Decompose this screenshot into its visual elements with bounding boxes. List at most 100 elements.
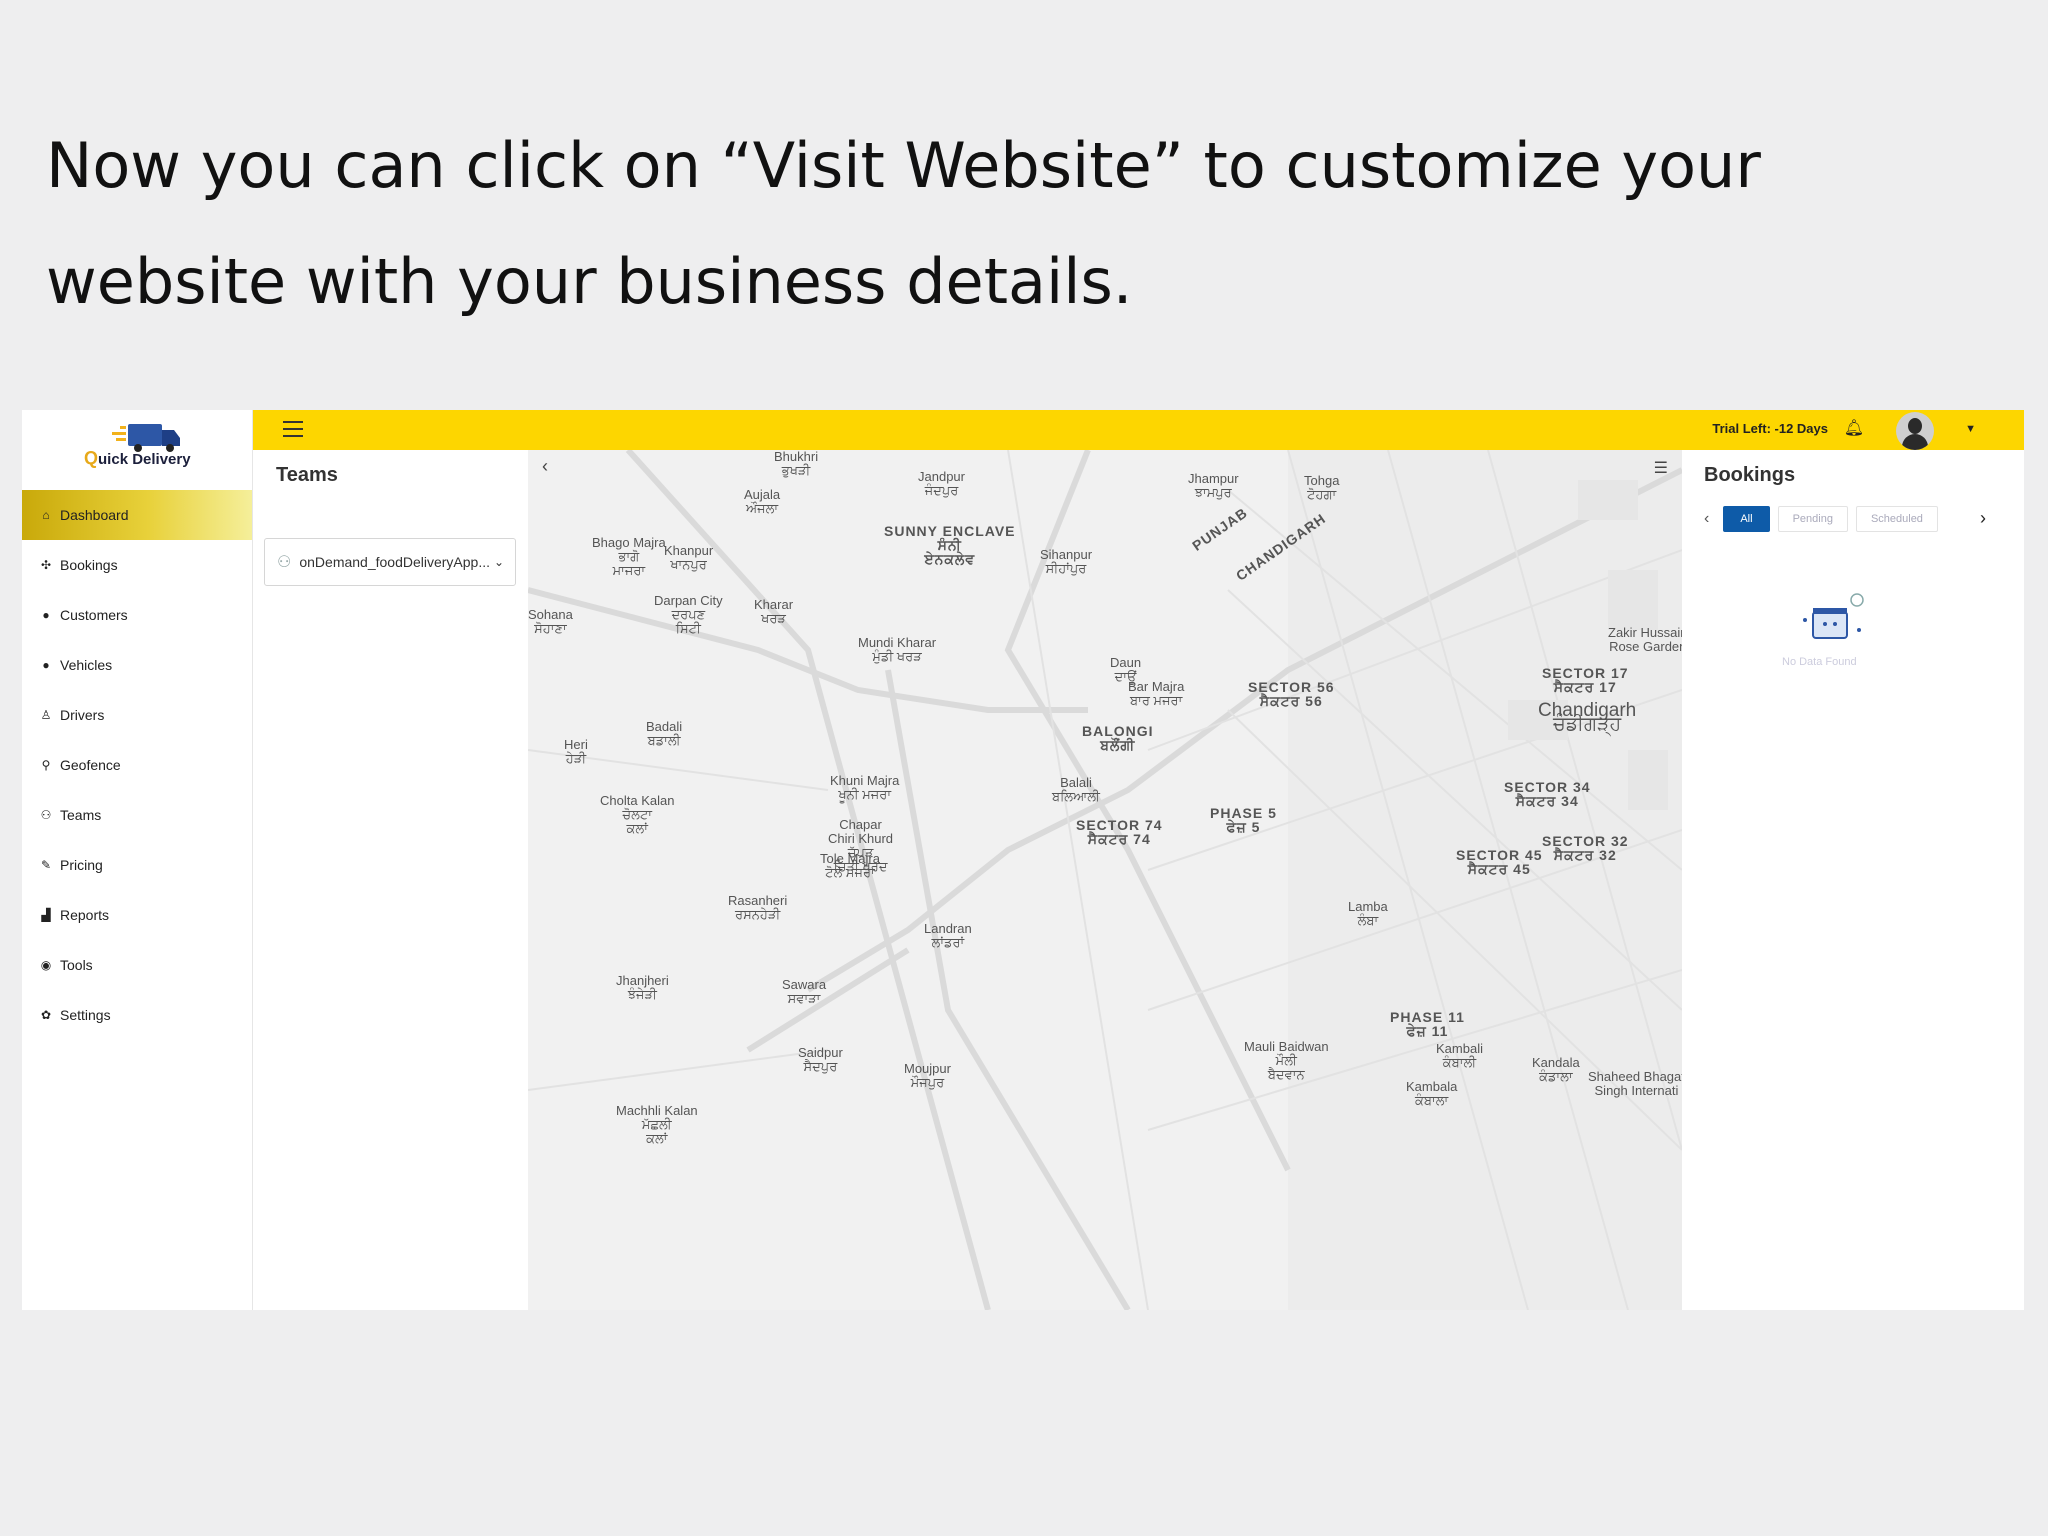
chart-icon: ▟ — [41, 908, 51, 922]
app-window: Quick Delivery ⌂ Dashboard ✣ Bookings ● Custo… — [22, 410, 2024, 1310]
instruction-headline: Now you can click on “Visit Website” to … — [46, 108, 1946, 340]
map-place-label: Rasanheri ਰਸਨਹੇੜੀ — [728, 893, 788, 922]
map-place-label: Sihanpur ਸੀਹਾਂਪੁਰ — [1040, 547, 1093, 576]
tabs-prev-chevron-icon[interactable]: ‹ — [1698, 510, 1715, 528]
bookings-icon: ✣ — [40, 558, 52, 572]
sidebar-item-settings[interactable]: ✿ Settings — [22, 990, 252, 1040]
map-place-label: Landran ਲਾਂਡਰਾਂ — [924, 921, 972, 950]
map-place-label: Sawara ਸਵਾੜਾ — [782, 977, 827, 1006]
sidebar-item-vehicles[interactable]: ● Vehicles — [22, 640, 252, 690]
sidebar-item-reports[interactable]: ▟ Reports — [22, 890, 252, 940]
map-place-label: Shaheed Bhagat Singh Internati — [1588, 1069, 1682, 1098]
no-data-text: No Data Found — [1782, 656, 1857, 668]
map-place-label: Machhli Kalan ਮੱਛਲੀ ਕਲਾਂ — [616, 1103, 698, 1146]
sidebar-item-label: Tools — [60, 957, 93, 973]
sidebar-item-teams[interactable]: ⚇ Teams — [22, 790, 252, 840]
map-place-label: Kambala ਕੰਬਾਲਾ — [1406, 1079, 1458, 1108]
sidebar-item-bookings[interactable]: ✣ Bookings — [22, 540, 252, 590]
tab-all[interactable]: All — [1723, 506, 1770, 532]
map-roads — [528, 450, 1682, 1310]
map-place-label: Bar Majra ਬਾਰ ਮਜਰਾ — [1128, 679, 1185, 708]
map-place-label: Kambali ਕੰਬਾਲੀ — [1436, 1041, 1483, 1070]
hamburger-menu-icon[interactable] — [283, 421, 303, 437]
trial-status: Trial Left: -12 Days — [1712, 421, 1828, 436]
bookings-panel: Bookings ‹ All Pending Scheduled › No Da… — [1682, 450, 2024, 1310]
gear-icon: ✿ — [40, 1008, 52, 1022]
sidebar-item-tools[interactable]: ◉ Tools — [22, 940, 252, 990]
user-icon: ● — [42, 608, 50, 622]
sidebar-item-label: Bookings — [60, 557, 118, 573]
map-place-label: Mundi Kharar ਮੁੰਡੀ ਖਰੜ — [858, 635, 937, 664]
map-place-label: Jhanjheri ਝੰਜੇੜੀ — [616, 973, 669, 1002]
sidebar-item-label: Reports — [60, 907, 110, 923]
chevron-down-icon: ⌄ — [494, 555, 505, 569]
map-place-label: SECTOR 74 ਸੈਕਟਰ 74 — [1076, 817, 1163, 847]
sidebar-item-dashboard[interactable]: ⌂ Dashboard — [22, 490, 252, 540]
pricing-icon: ✎ — [40, 858, 52, 872]
sidebar-nav: ⌂ Dashboard ✣ Bookings ● Customers ● Vehicles ♙ D… — [22, 490, 252, 1040]
notification-bell-icon[interactable]: 🔔︎ — [1844, 418, 1864, 438]
map-place-label: SECTOR 45 ਸੈਕਟਰ 45 — [1456, 847, 1543, 877]
headline-line-2: website with your business details. — [46, 245, 1133, 318]
sidebar-item-label: Settings — [60, 1007, 111, 1023]
sidebar-item-label: Dashboard — [60, 507, 129, 523]
map-place-label: Aujala ਔਜਲਾ — [744, 487, 781, 516]
teams-panel: Teams ⚇ onDemand_foodDeliveryApp... ⌄ — [253, 450, 529, 1310]
empty-box-icon — [1803, 593, 1864, 639]
home-icon: ⌂ — [42, 508, 50, 522]
map-place-label: PHASE 5 ਫੇਜ਼ 5 — [1210, 805, 1277, 835]
team-select-dropdown[interactable]: ⚇ onDemand_foodDeliveryApp... ⌄ — [264, 538, 516, 586]
map-back-chevron-icon[interactable]: ‹ — [542, 456, 548, 477]
map-place-label: Tole Majra ਟੋਲੇ ਮਜਰਾ — [820, 851, 880, 880]
top-bar: Trial Left: -12 Days 🔔︎ ▼ — [253, 410, 2024, 450]
team-select-value: onDemand_foodDeliveryApp... — [299, 554, 491, 570]
map-place-label: Moujpur ਮੌਜਪੁਰ — [904, 1061, 951, 1090]
map-place-label: Jhampur ਝਾਮਪੁਰ — [1188, 471, 1239, 500]
map-place-label: Sohana ਸੋਹਾਣਾ — [528, 607, 573, 636]
team-icon: ⚇ — [277, 554, 292, 571]
sidebar-item-pricing[interactable]: ✎ Pricing — [22, 840, 252, 890]
map-place-label: SECTOR 56 ਸੈਕਟਰ 56 — [1248, 679, 1335, 709]
map-place-label: Lamba ਲੰਬਾ — [1348, 899, 1388, 928]
teams-title: Teams — [276, 464, 338, 486]
map-place-label: Chandigarh ਚੰਡੀਗੜ੍ਹ — [1538, 700, 1637, 735]
map-place-label: Balali ਬਲਿਆਲੀ — [1052, 775, 1100, 804]
vehicle-icon: ● — [42, 658, 50, 672]
sidebar-item-label: Vehicles — [60, 657, 113, 673]
map-place-label: Cholta Kalan ਚੋਲਟਾ ਕਲਾਂ — [600, 793, 675, 836]
headline-line-1: Now you can click on “Visit Website” to … — [46, 129, 1761, 202]
map-place-label: PHASE 11 ਫੇਜ਼ 11 — [1390, 1009, 1465, 1039]
map-place-label: Bhukhri ਭੁਖੜੀ — [774, 450, 819, 478]
list-view-icon[interactable]: ☰ — [1654, 458, 1668, 478]
sidebar-item-label: Drivers — [60, 707, 105, 723]
map-place-label: BALONGI ਬਲੌਂਗੀ — [1082, 723, 1154, 753]
map-place-label: Jandpur ਜੰਦਪੁਰ — [918, 469, 965, 498]
map-place-label: Kharar ਖਰੜ — [754, 597, 794, 626]
tab-scheduled[interactable]: Scheduled — [1855, 506, 1938, 532]
sidebar-item-label: Geofence — [60, 757, 121, 773]
map-place-label: SUNNY ENCLAVE ਸੰਨੀ ਏਨਕਲੇਵ — [884, 523, 1016, 567]
map-place-label: Bhago Majra ਭਾਗੋ ਮਾਜਰਾ — [592, 535, 666, 578]
map-place-label: Khanpur ਖਾਨਪੁਰ — [664, 543, 714, 572]
tools-icon: ◉ — [40, 958, 52, 972]
map-view[interactable]: ‹ ☰ Bhukhri ਭੁਖੜੀ Jandpur ਜੰਦਪੁਰ Aujala ਔਜ… — [528, 450, 1682, 1310]
sidebar-item-drivers[interactable]: ♙ Drivers — [22, 690, 252, 740]
map-place-label: Khuni Majra ਖੂਨੀ ਮਜਰਾ — [830, 773, 900, 802]
sidebar-item-label: Customers — [60, 607, 128, 623]
bookings-title: Bookings — [1704, 464, 1796, 486]
sidebar-item-geofence[interactable]: ⚲ Geofence — [22, 740, 252, 790]
map-place-label: Heri ਹੇੜੀ — [564, 737, 588, 766]
map-place-label: Badali ਬਡਾਲੀ — [646, 719, 683, 748]
driver-icon: ♙ — [40, 708, 52, 722]
sidebar-item-customers[interactable]: ● Customers — [22, 590, 252, 640]
map-place-label: Kandala ਕੰਡਾਲਾ — [1532, 1055, 1580, 1084]
tabs-next-chevron-icon[interactable]: › — [1980, 508, 1986, 529]
user-avatar[interactable] — [1896, 412, 1934, 450]
map-place-label: SECTOR 17 ਸੈਕਟਰ 17 — [1542, 665, 1629, 695]
map-place-label: Darpan City ਦਰਪਣ ਸਿਟੀ — [654, 593, 723, 636]
team-icon: ⚇ — [40, 808, 52, 822]
map-place-label: Zakir Hussain Rose Garden — [1608, 625, 1682, 654]
account-dropdown-caret-icon[interactable]: ▼ — [1965, 423, 1976, 435]
map-place-label: Saidpur ਸੈਦਪੁਰ — [798, 1045, 843, 1074]
tab-pending[interactable]: Pending — [1777, 506, 1848, 532]
